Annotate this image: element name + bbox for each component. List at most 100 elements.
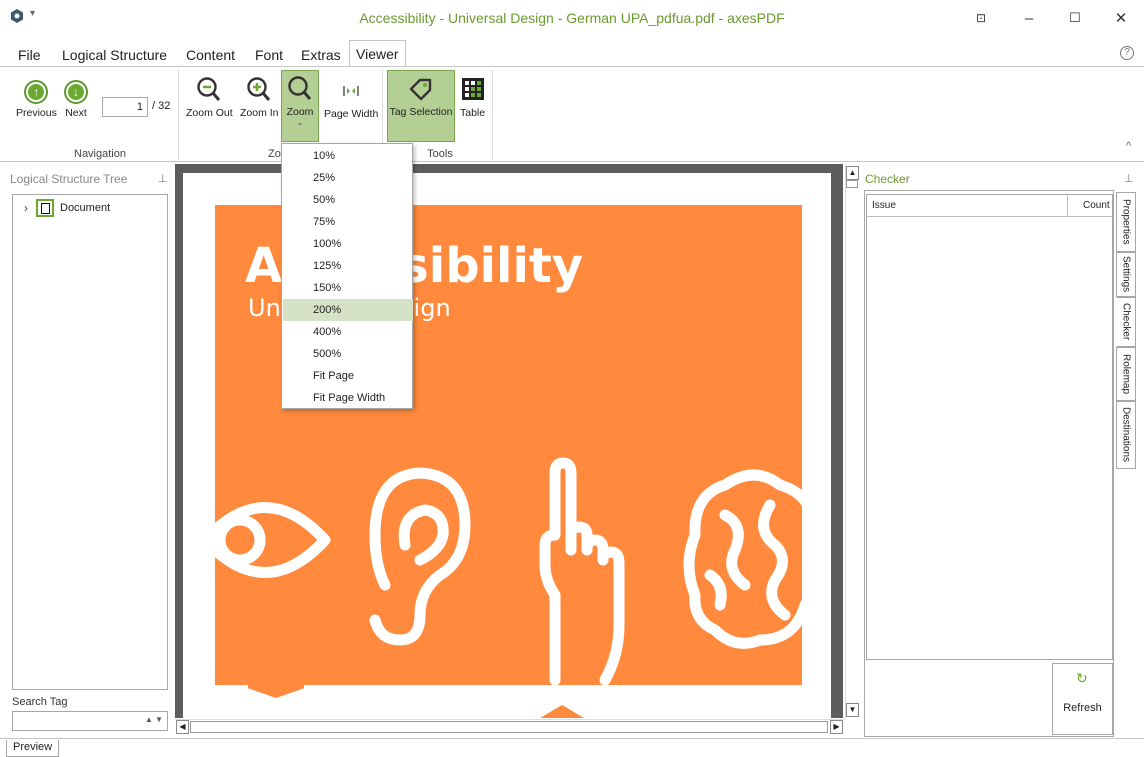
navigation-group-label: Navigation <box>74 148 126 160</box>
brain-icon <box>683 469 802 649</box>
table-icon <box>461 78 484 100</box>
column-header-issue[interactable]: Issue <box>872 200 896 211</box>
zoom-option[interactable]: 150% <box>283 277 413 299</box>
restore-ribbon-button[interactable]: ⊡ <box>966 6 996 30</box>
eye-icon <box>215 502 331 578</box>
tab-label: Rolemap <box>1120 353 1132 395</box>
bottom-bar <box>0 738 1144 757</box>
zoom-option[interactable]: 25% <box>283 167 413 189</box>
checker-title: Checker <box>865 172 910 186</box>
scroll-down-icon[interactable]: ▼ <box>846 703 859 717</box>
pointing-hand-icon <box>539 457 625 685</box>
arrow-up-icon: ↑ <box>24 80 49 104</box>
page-number-input[interactable]: 1 <box>102 97 148 117</box>
zoom-option-selected[interactable]: 200% <box>283 299 413 321</box>
tab-destinations[interactable]: Destinations <box>1116 401 1136 469</box>
pin-icon[interactable]: ⊥ <box>158 172 168 185</box>
zoom-in-button[interactable]: Zoom In <box>240 76 279 119</box>
page-width-label: Page Width <box>324 108 379 120</box>
menu-logical-structure[interactable]: Logical Structure <box>56 44 173 66</box>
next-label: Next <box>65 107 87 119</box>
zoom-option[interactable]: 50% <box>283 189 413 211</box>
menu-extras[interactable]: Extras <box>295 44 347 66</box>
ribbon <box>0 66 1144 162</box>
help-icon[interactable]: ? <box>1120 46 1134 60</box>
accessibility-icons <box>215 457 802 685</box>
tab-properties[interactable]: Properties <box>1116 192 1136 252</box>
previous-button[interactable]: ↑ Previous <box>16 80 57 119</box>
zoom-label: Zoom <box>286 106 314 118</box>
ribbon-separator <box>178 70 179 160</box>
tab-rolemap[interactable]: Rolemap <box>1116 347 1136 401</box>
zoom-button[interactable]: Zoom ⌄ <box>281 70 319 142</box>
tools-group-label: Tools <box>427 148 453 160</box>
tab-label: Checker <box>1120 303 1132 341</box>
zoom-dropdown-arrow-icon: ⌄ <box>296 118 304 127</box>
left-panel-title: Logical Structure Tree <box>10 172 128 186</box>
table-header-line <box>866 216 1113 217</box>
arrow-down-icon: ↓ <box>64 80 88 104</box>
vertical-scrollbar[interactable] <box>845 164 860 719</box>
tab-settings[interactable]: Settings <box>1116 252 1136 297</box>
collapse-ribbon-icon[interactable]: ^ <box>1126 140 1131 152</box>
pin-icon[interactable]: ⊥ <box>1124 172 1134 185</box>
zoom-option[interactable]: Fit Page Width <box>283 387 413 409</box>
page-width-icon <box>343 86 359 96</box>
zoom-in-icon <box>247 77 271 101</box>
zoom-option[interactable]: 400% <box>283 321 413 343</box>
zoom-option[interactable]: 125% <box>283 255 413 277</box>
menu-viewer[interactable]: Viewer <box>349 40 406 67</box>
previous-label: Previous <box>16 107 57 119</box>
chevron-right-icon[interactable]: › <box>24 201 28 215</box>
zoom-out-label: Zoom Out <box>186 107 233 119</box>
search-tag-label: Search Tag <box>12 696 68 708</box>
menu-font[interactable]: Font <box>249 44 289 66</box>
refresh-label[interactable]: Refresh <box>1052 702 1113 714</box>
tag-icon <box>409 78 432 101</box>
zoom-option[interactable]: 10% <box>283 145 413 167</box>
zoom-option[interactable]: Fit Page <box>283 365 413 387</box>
tab-label: Properties <box>1120 199 1132 245</box>
table-label: Table <box>460 107 486 119</box>
document-icon <box>36 199 54 217</box>
page-width-button[interactable]: Page Width <box>324 80 378 120</box>
tab-checker[interactable]: Checker <box>1116 297 1136 347</box>
next-button[interactable]: ↓ Next <box>64 80 88 119</box>
zoom-option[interactable]: 500% <box>283 343 413 365</box>
minimize-button[interactable]: – <box>1014 6 1044 30</box>
tree-node-document[interactable]: › Document <box>24 199 110 217</box>
horizontal-scroll-thumb[interactable] <box>190 721 828 733</box>
tab-label: Destinations <box>1120 407 1132 463</box>
scroll-up-icon[interactable]: ▲ <box>846 166 859 180</box>
tab-preview[interactable]: Preview <box>6 740 60 757</box>
close-button[interactable]: ✕ <box>1106 6 1136 30</box>
scroll-right-icon[interactable]: ▶ <box>830 720 843 734</box>
scroll-left-icon[interactable]: ◀ <box>176 720 189 734</box>
column-separator[interactable] <box>1067 194 1068 216</box>
tag-selection-button[interactable]: Tag Selection <box>387 70 455 142</box>
zoom-icon <box>288 76 312 100</box>
zoom-option[interactable]: 100% <box>283 233 413 255</box>
zoom-dropdown-menu: 10% 25% 50% 75% 100% 125% 150% 200% 400%… <box>281 143 413 409</box>
ribbon-separator <box>492 70 493 160</box>
spinner-arrows-icon[interactable]: ▲ ▼ <box>145 715 163 724</box>
page-total: / 32 <box>152 100 171 112</box>
search-tag-input[interactable]: ▲ ▼ <box>12 711 168 731</box>
zoom-in-label: Zoom In <box>240 107 279 119</box>
ear-icon <box>369 467 471 646</box>
zoom-out-button[interactable]: Zoom Out <box>186 76 233 119</box>
structure-tree[interactable] <box>12 194 168 690</box>
zoom-option[interactable]: 75% <box>283 211 413 233</box>
column-header-count[interactable]: Count <box>1083 200 1110 211</box>
tag-selection-label: Tag Selection <box>389 106 453 118</box>
table-button[interactable]: Table <box>460 77 485 119</box>
menu-file[interactable]: File <box>12 44 47 66</box>
tab-label: Settings <box>1120 256 1132 293</box>
tree-node-label: Document <box>60 202 111 214</box>
refresh-icon[interactable]: ↻ <box>1076 670 1088 687</box>
maximize-button[interactable]: ☐ <box>1060 6 1090 30</box>
issues-table[interactable] <box>866 194 1113 660</box>
menu-content[interactable]: Content <box>180 44 241 66</box>
zoom-out-icon <box>197 77 221 101</box>
vertical-scroll-thumb[interactable] <box>846 180 858 188</box>
